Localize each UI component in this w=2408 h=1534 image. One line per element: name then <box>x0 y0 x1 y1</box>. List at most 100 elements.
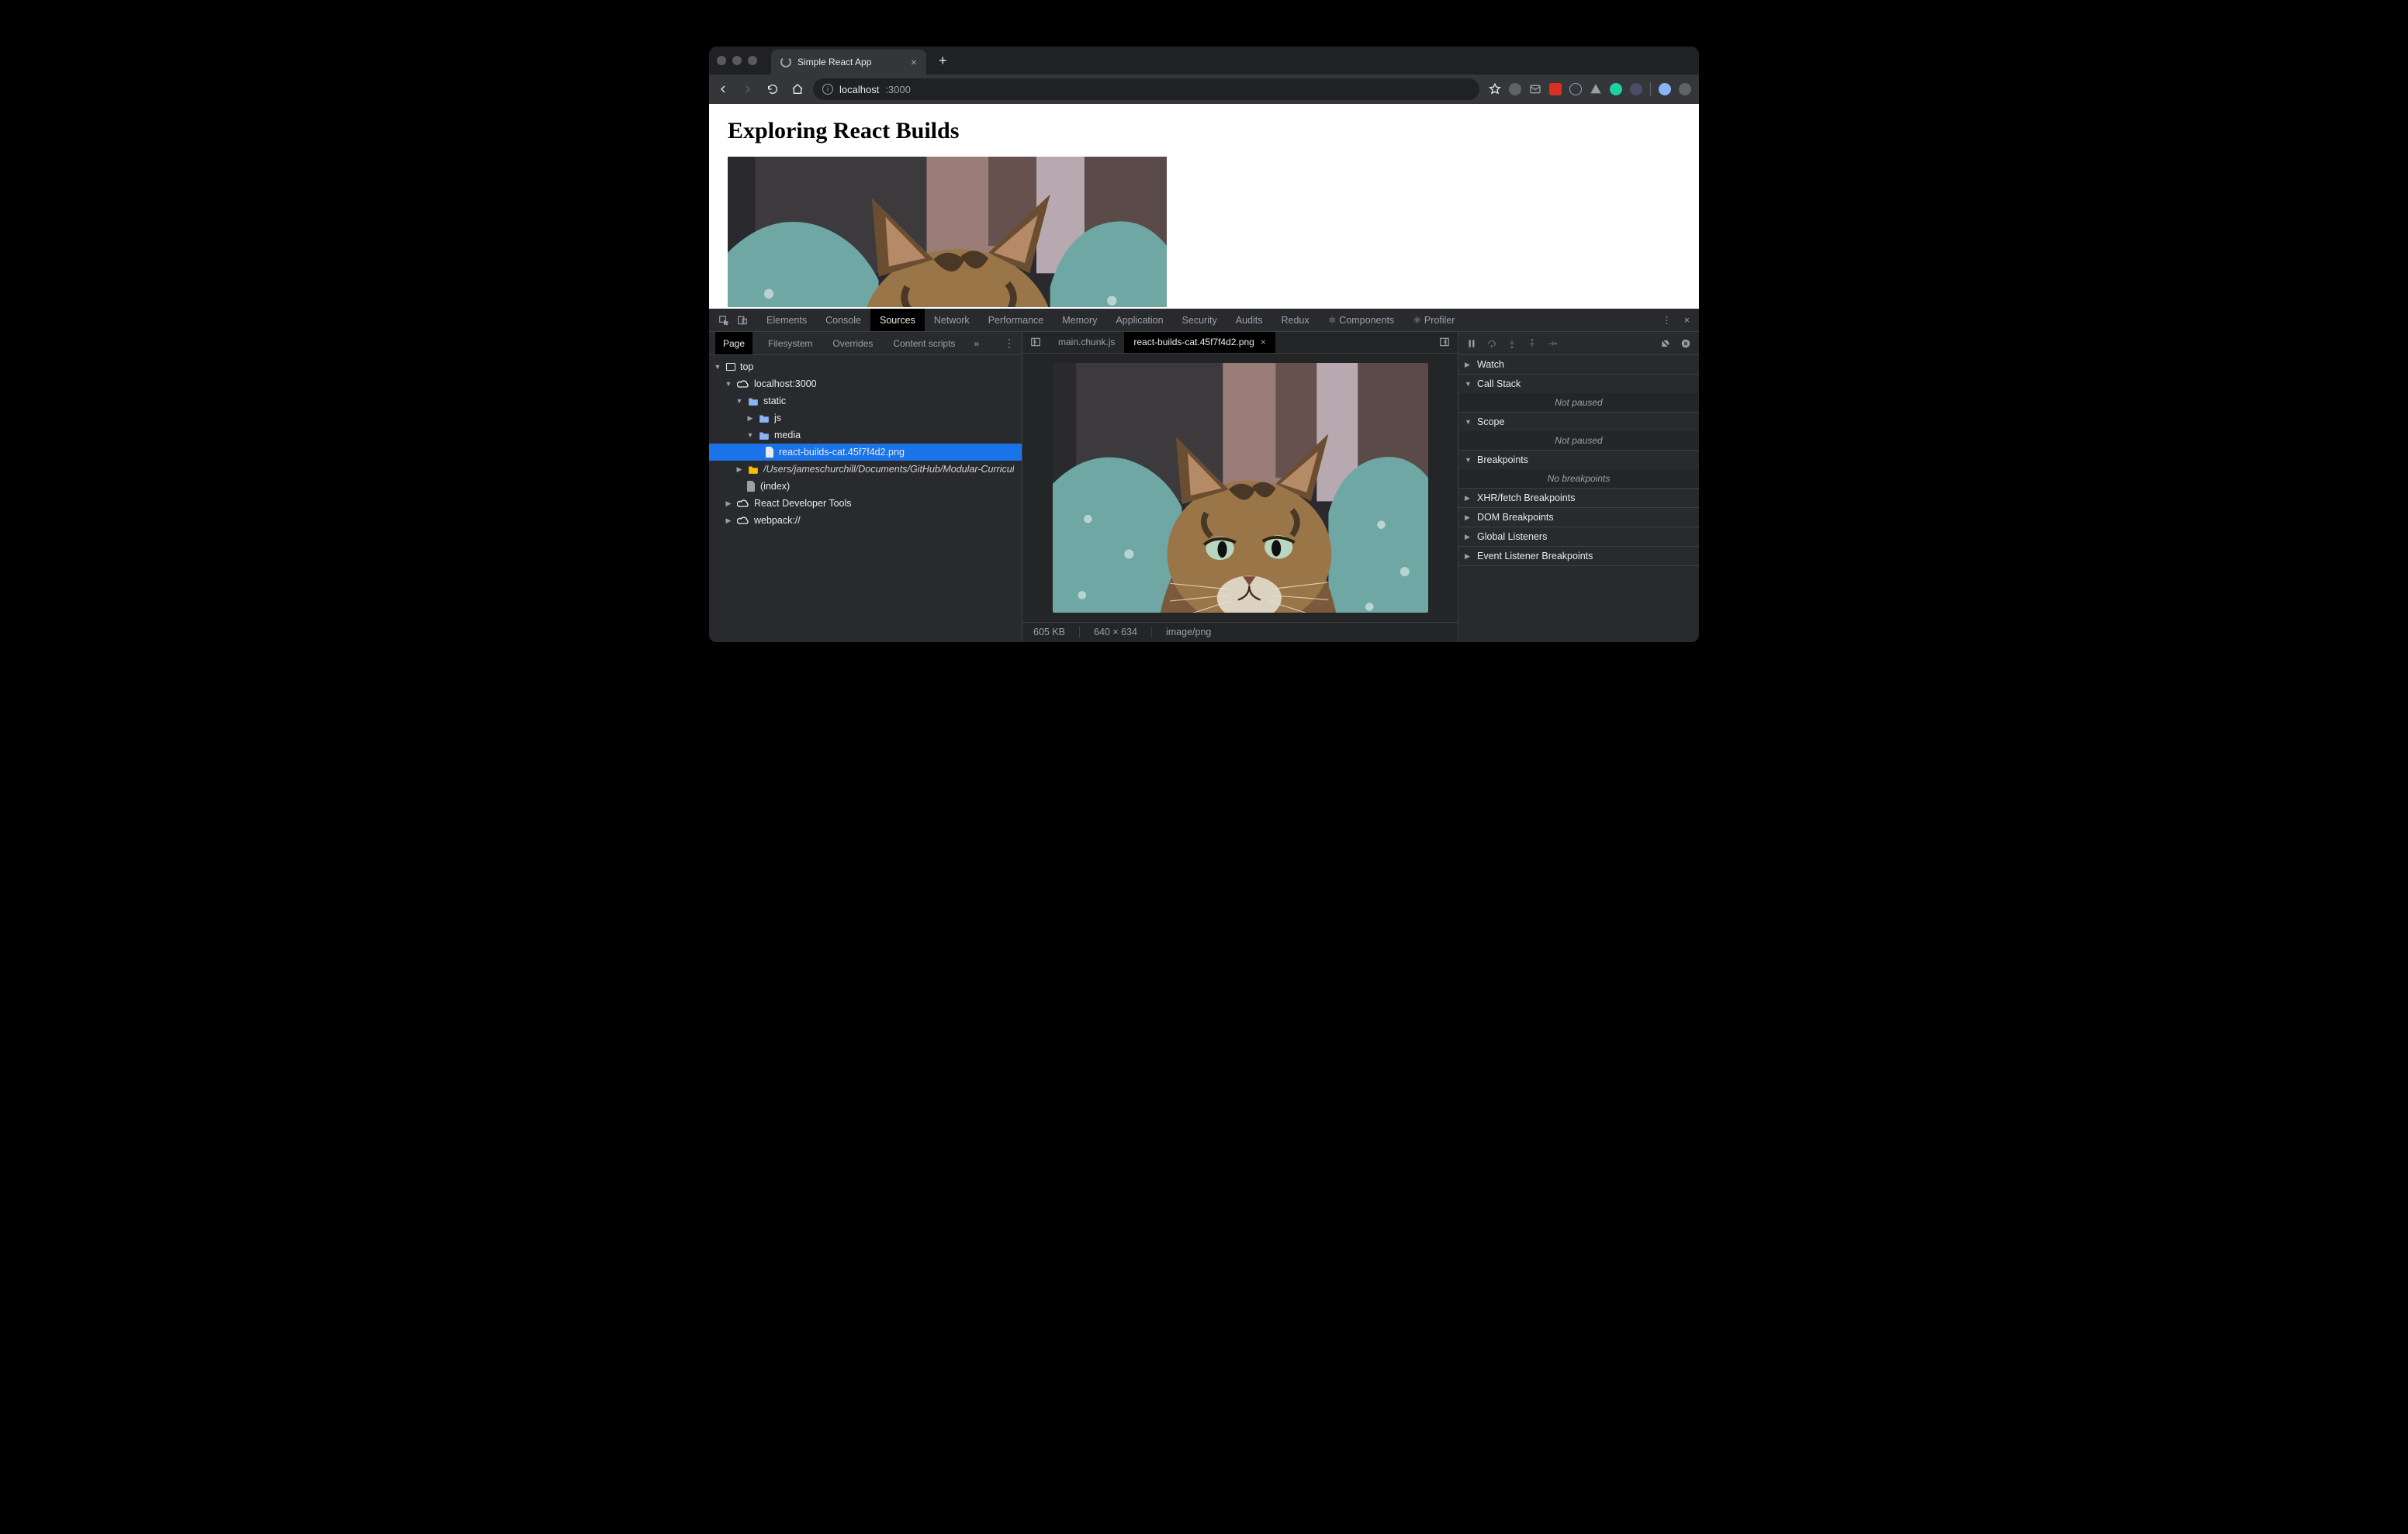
panel-tab-audits[interactable]: Audits <box>1226 309 1272 331</box>
panel-tab-security[interactable]: Security <box>1173 309 1226 331</box>
profile-avatar-icon[interactable] <box>1659 83 1671 95</box>
nav-buttons <box>717 83 804 95</box>
close-editor-tab-icon[interactable]: × <box>1261 337 1266 347</box>
site-info-icon[interactable]: i <box>822 84 833 95</box>
scope-empty-state: Not paused <box>1458 431 1699 450</box>
back-icon[interactable] <box>717 83 729 95</box>
browser-tab[interactable]: Simple React App × <box>771 50 926 74</box>
panel-tab-react-components[interactable]: ⚛ Components <box>1319 309 1404 331</box>
extensions-row <box>1489 82 1691 96</box>
debugger-section-global[interactable]: ▶Global Listeners <box>1458 527 1699 547</box>
step-out-icon[interactable] <box>1527 338 1538 349</box>
panel-tab-memory[interactable]: Memory <box>1053 309 1106 331</box>
toggle-debugger-icon[interactable] <box>1439 337 1450 347</box>
separator <box>1151 627 1152 637</box>
step-into-icon[interactable] <box>1507 338 1517 349</box>
url-port: :3000 <box>885 84 911 95</box>
cloud-icon <box>737 499 749 508</box>
home-icon[interactable] <box>791 83 804 95</box>
new-tab-button[interactable]: + <box>939 53 947 69</box>
tree-node-origin[interactable]: ▼ localhost:3000 <box>709 375 1022 392</box>
tree-node-static[interactable]: ▼ static <box>709 392 1022 409</box>
close-window-button[interactable] <box>717 56 726 65</box>
debugger-section-breakpoints[interactable]: ▼Breakpoints No breakpoints <box>1458 451 1699 489</box>
tree-node-react-dev-tools[interactable]: ▶ React Developer Tools <box>709 495 1022 512</box>
extension-icon[interactable] <box>1630 83 1642 95</box>
devtools-panel-tabs: Elements Console Sources Network Perform… <box>709 309 1699 332</box>
editor-tabs: main.chunk.js react-builds-cat.45f7f4d2.… <box>1022 332 1458 354</box>
folder-icon <box>759 430 770 440</box>
browser-window: Simple React App × + i localhost :3000 <box>709 47 1699 642</box>
extension-icon[interactable] <box>1590 83 1602 95</box>
tree-node-index[interactable]: (index) <box>709 478 1022 495</box>
extension-icon[interactable] <box>1610 83 1622 95</box>
pause-on-exceptions-icon[interactable] <box>1680 338 1691 349</box>
separator <box>1650 82 1651 96</box>
navigator-menu-icon[interactable]: ⋮ <box>1004 337 1015 350</box>
debugger-section-dom[interactable]: ▶DOM Breakpoints <box>1458 508 1699 527</box>
navigator-tab-overrides[interactable]: Overrides <box>828 332 877 354</box>
navigator-tab-page[interactable]: Page <box>715 332 752 354</box>
extension-icon[interactable] <box>1509 83 1521 95</box>
step-icon[interactable] <box>1547 338 1558 349</box>
panel-tab-elements[interactable]: Elements <box>757 309 816 331</box>
titlebar: Simple React App × + <box>709 47 1699 74</box>
panel-tab-console[interactable]: Console <box>816 309 870 331</box>
bookmark-star-icon[interactable] <box>1489 83 1501 95</box>
debugger-sidebar: ▶Watch ▼Call Stack Not paused ▼Scope Not… <box>1458 332 1699 642</box>
editor-tab-main-chunk[interactable]: main.chunk.js <box>1049 332 1124 353</box>
navigator-tab-content-scripts[interactable]: Content scripts <box>888 332 960 354</box>
mail-icon[interactable] <box>1529 83 1541 95</box>
folder-icon <box>748 465 759 474</box>
step-over-icon[interactable] <box>1486 338 1497 349</box>
editor-tab-cat-image[interactable]: react-builds-cat.45f7f4d2.png × <box>1124 332 1275 353</box>
debugger-section-event[interactable]: ▶Event Listener Breakpoints <box>1458 547 1699 566</box>
more-tabs-icon[interactable]: » <box>974 338 979 349</box>
separator <box>1079 627 1080 637</box>
tree-node-webpack[interactable]: ▶ webpack:// <box>709 512 1022 529</box>
debugger-section-scope[interactable]: ▼Scope Not paused <box>1458 413 1699 451</box>
panel-tab-react-profiler[interactable]: ⚛ Profiler <box>1403 309 1464 331</box>
cloud-icon <box>737 379 749 389</box>
extension-icon[interactable] <box>1569 83 1582 95</box>
status-mimetype: image/png <box>1166 627 1211 637</box>
reload-icon[interactable] <box>766 83 779 95</box>
browser-toolbar: i localhost :3000 <box>709 74 1699 104</box>
panel-tab-redux[interactable]: Redux <box>1271 309 1318 331</box>
tree-node-long-path[interactable]: ▶ /Users/jameschurchill/Documents/GitHub… <box>709 461 1022 478</box>
editor-statusbar: 605 KB 640 × 634 image/png <box>1022 622 1458 642</box>
inspect-element-icon[interactable] <box>718 315 729 326</box>
debugger-section-callstack[interactable]: ▼Call Stack Not paused <box>1458 375 1699 413</box>
panel-tab-application[interactable]: Application <box>1106 309 1172 331</box>
menu-icon[interactable] <box>1679 83 1691 95</box>
debugger-section-watch[interactable]: ▶Watch <box>1458 355 1699 375</box>
cloud-icon <box>737 516 749 525</box>
tree-node-top[interactable]: ▼ top <box>709 358 1022 375</box>
tree-node-js[interactable]: ▶ js <box>709 409 1022 427</box>
forward-icon[interactable] <box>742 83 754 95</box>
close-devtools-icon[interactable]: × <box>1684 315 1690 326</box>
url-host: localhost <box>839 84 879 95</box>
deactivate-breakpoints-icon[interactable] <box>1660 338 1671 349</box>
devtools-menu-icon[interactable]: ⋮ <box>1662 314 1672 326</box>
tree-node-selected-file[interactable]: react-builds-cat.45f7f4d2.png <box>709 444 1022 461</box>
image-file-icon <box>765 447 774 458</box>
extension-icon[interactable] <box>1549 83 1562 95</box>
maximize-window-button[interactable] <box>748 56 757 65</box>
folder-icon <box>759 413 770 423</box>
device-toolbar-icon[interactable] <box>737 315 748 326</box>
close-tab-icon[interactable]: × <box>911 57 917 67</box>
toggle-navigator-icon[interactable] <box>1030 337 1041 347</box>
tree-node-media[interactable]: ▼ media <box>709 427 1022 444</box>
image-preview <box>1022 354 1458 622</box>
panel-tab-sources[interactable]: Sources <box>870 309 925 331</box>
pause-icon[interactable] <box>1466 338 1477 349</box>
panel-tab-performance[interactable]: Performance <box>979 309 1054 331</box>
minimize-window-button[interactable] <box>732 56 742 65</box>
panel-tab-network[interactable]: Network <box>925 309 979 331</box>
debugger-toolbar <box>1458 332 1699 355</box>
navigator-tab-filesystem[interactable]: Filesystem <box>763 332 817 354</box>
debugger-section-xhr[interactable]: ▶XHR/fetch Breakpoints <box>1458 489 1699 508</box>
page-heading: Exploring React Builds <box>728 118 1680 144</box>
address-bar[interactable]: i localhost :3000 <box>813 78 1479 100</box>
